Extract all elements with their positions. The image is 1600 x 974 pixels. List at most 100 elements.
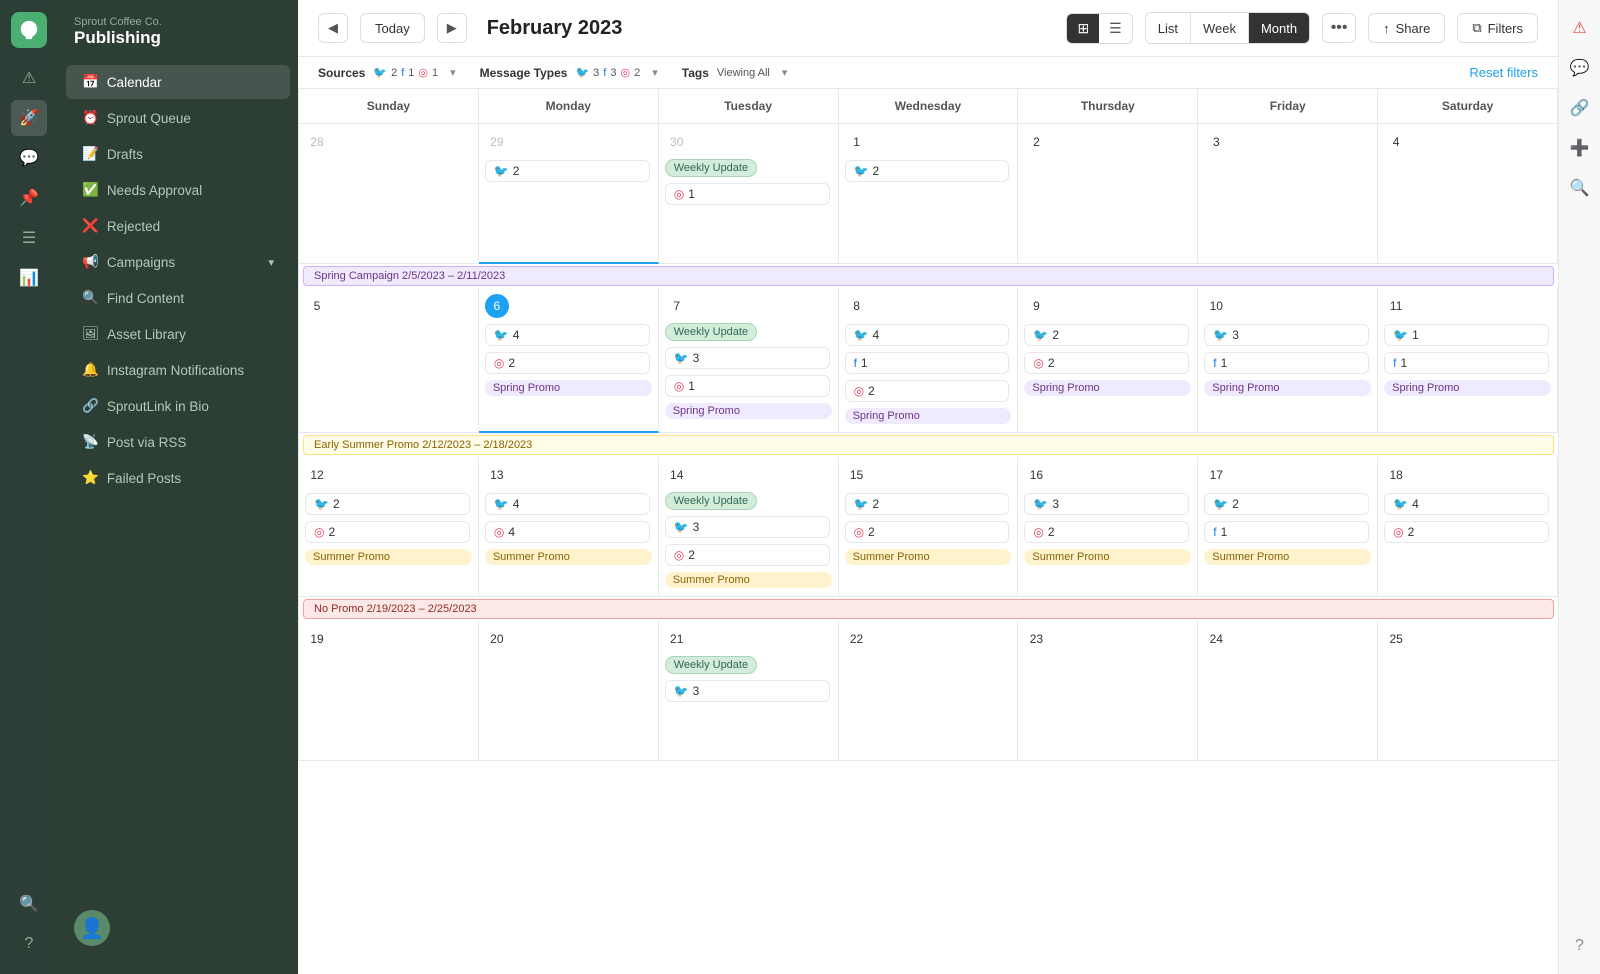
post-badge-instagram[interactable]: ◎ 4	[485, 521, 650, 543]
cell-feb1[interactable]: 1 🐦 2	[839, 124, 1019, 264]
spring-promo-tag[interactable]: Spring Promo	[845, 408, 1012, 424]
cell-feb18[interactable]: 18 🐦 4 ◎ 2	[1378, 457, 1558, 597]
cell-feb15[interactable]: 15 🐦 2 ◎ 2 Summer Promo	[839, 457, 1019, 597]
weekly-update-tag[interactable]: Weekly Update	[665, 159, 757, 177]
post-badge-instagram[interactable]: ◎ 2	[485, 352, 650, 374]
spring-promo-tag[interactable]: Spring Promo	[665, 403, 832, 419]
post-badge-twitter[interactable]: 🐦 4	[485, 324, 650, 346]
cell-feb21[interactable]: 21 Weekly Update 🐦 3	[659, 621, 839, 761]
sources-filter[interactable]: Sources 🐦 2 f 1 ◎ 1 ▾	[318, 66, 456, 80]
sidebar-icon-alert[interactable]: ⚠	[11, 60, 47, 96]
post-badge-twitter[interactable]: 🐦 2	[485, 160, 650, 182]
cell-jan28[interactable]: 28	[299, 124, 479, 264]
nav-item-sproutlink[interactable]: 🔗 SproutLink in Bio	[66, 389, 290, 423]
post-badge-facebook[interactable]: f 1	[845, 352, 1010, 374]
post-badge-instagram[interactable]: ◎ 2	[845, 521, 1010, 543]
app-logo[interactable]	[11, 12, 47, 48]
post-badge-twitter[interactable]: 🐦 4	[485, 493, 650, 515]
nav-item-drafts[interactable]: 📝 Drafts	[66, 137, 290, 171]
summer-campaign-banner[interactable]: Early Summer Promo 2/12/2023 – 2/18/2023	[303, 435, 1554, 455]
nav-item-calendar[interactable]: 📅 Calendar	[66, 65, 290, 99]
message-types-filter[interactable]: Message Types 🐦 3 f 3 ◎ 2 ▾	[480, 66, 658, 80]
list-view-button[interactable]: List	[1146, 13, 1190, 43]
post-badge-twitter[interactable]: 🐦 3	[665, 347, 830, 369]
cell-feb22[interactable]: 22	[839, 621, 1019, 761]
post-badge-instagram[interactable]: ◎ 2	[1024, 521, 1189, 543]
cell-feb23[interactable]: 23	[1018, 621, 1198, 761]
today-button[interactable]: Today	[360, 13, 425, 43]
reset-filters-button[interactable]: Reset filters	[1469, 65, 1538, 80]
spring-promo-tag[interactable]: Spring Promo	[1204, 380, 1371, 396]
weekly-update-tag[interactable]: Weekly Update	[665, 492, 757, 510]
nav-item-needs-approval[interactable]: ✅ Needs Approval	[66, 173, 290, 207]
cell-feb5[interactable]: 5	[299, 288, 479, 433]
post-badge-twitter[interactable]: 🐦 2	[1024, 324, 1189, 346]
cell-feb3[interactable]: 3	[1198, 124, 1378, 264]
help-icon-button[interactable]: ?	[1564, 930, 1596, 962]
summer-promo-tag[interactable]: Summer Promo	[305, 549, 472, 565]
view-list-button[interactable]: ☰	[1099, 14, 1132, 43]
cell-feb19[interactable]: 19	[299, 621, 479, 761]
cell-feb25[interactable]: 25	[1378, 621, 1558, 761]
chat-icon-button[interactable]: 💬	[1564, 52, 1596, 84]
cell-jan30[interactable]: 30 Weekly Update ◎ 1	[659, 124, 839, 264]
week-view-button[interactable]: Week	[1190, 13, 1248, 43]
weekly-update-tag[interactable]: Weekly Update	[665, 656, 757, 674]
nav-item-instagram-notifications[interactable]: 🔔 Instagram Notifications	[66, 353, 290, 387]
post-badge-instagram[interactable]: ◎ 2	[1024, 352, 1189, 374]
sidebar-icon-messages[interactable]: 💬	[11, 140, 47, 176]
cell-feb12[interactable]: 12 🐦 2 ◎ 2 Summer Promo	[299, 457, 479, 597]
search-icon-button[interactable]: 🔍	[1564, 172, 1596, 204]
cell-feb14[interactable]: 14 Weekly Update 🐦 3 ◎ 2 Summer Promo	[659, 457, 839, 597]
post-badge-twitter[interactable]: 🐦 2	[845, 493, 1010, 515]
summer-promo-tag[interactable]: Summer Promo	[1204, 549, 1371, 565]
spring-promo-tag[interactable]: Spring Promo	[1384, 380, 1551, 396]
sidebar-icon-pin[interactable]: 📌	[11, 180, 47, 216]
cell-feb9[interactable]: 9 🐦 2 ◎ 2 Spring Promo	[1018, 288, 1198, 433]
post-badge-twitter[interactable]: 🐦 4	[845, 324, 1010, 346]
post-badge-twitter[interactable]: 🐦 2	[1204, 493, 1369, 515]
more-options-button[interactable]: •••	[1322, 13, 1356, 43]
post-badge-instagram[interactable]: ◎ 2	[305, 521, 470, 543]
sidebar-icon-publish[interactable]: 🚀	[11, 100, 47, 136]
tags-filter[interactable]: Tags Viewing All ▾	[682, 66, 788, 80]
sidebar-icon-search[interactable]: 🔍	[11, 886, 47, 922]
sidebar-icon-tasks[interactable]: ☰	[11, 220, 47, 256]
prev-month-button[interactable]: ◀	[318, 13, 348, 43]
filters-button[interactable]: ⧉ Filters	[1457, 13, 1538, 43]
alert-icon-button[interactable]: ⚠	[1564, 12, 1596, 44]
post-badge-instagram[interactable]: ◎ 1	[665, 375, 830, 397]
cell-feb10[interactable]: 10 🐦 3 f 1 Spring Promo	[1198, 288, 1378, 433]
nav-item-find-content[interactable]: 🔍 Find Content	[66, 281, 290, 315]
post-badge-instagram[interactable]: ◎ 2	[1384, 521, 1549, 543]
cell-feb16[interactable]: 16 🐦 3 ◎ 2 Summer Promo	[1018, 457, 1198, 597]
cell-feb7[interactable]: 7 Weekly Update 🐦 3 ◎ 1 Spring Promo	[659, 288, 839, 433]
summer-promo-tag[interactable]: Summer Promo	[845, 549, 1012, 565]
nav-item-post-via-rss[interactable]: 📡 Post via RSS	[66, 425, 290, 459]
link-icon-button[interactable]: 🔗	[1564, 92, 1596, 124]
cell-feb2[interactable]: 2	[1018, 124, 1198, 264]
add-icon-button[interactable]: ➕	[1564, 132, 1596, 164]
sidebar-icon-help[interactable]: ?	[11, 926, 47, 962]
cell-feb4[interactable]: 4	[1378, 124, 1558, 264]
cell-feb11[interactable]: 11 🐦 1 f 1 Spring Promo	[1378, 288, 1558, 433]
post-badge-facebook[interactable]: f 1	[1204, 521, 1369, 543]
sidebar-icon-analytics[interactable]: 📊	[11, 260, 47, 296]
post-badge-twitter[interactable]: 🐦 3	[665, 680, 830, 702]
nav-item-rejected[interactable]: ❌ Rejected	[66, 209, 290, 243]
cell-feb20[interactable]: 20	[479, 621, 659, 761]
cell-jan29[interactable]: 29 🐦 2	[479, 124, 659, 264]
cell-feb13[interactable]: 13 🐦 4 ◎ 4 Summer Promo	[479, 457, 659, 597]
post-badge-instagram[interactable]: ◎ 1	[665, 183, 830, 205]
cell-feb24[interactable]: 24	[1198, 621, 1378, 761]
summer-promo-tag[interactable]: Summer Promo	[485, 549, 652, 565]
cell-feb8[interactable]: 8 🐦 4 f 1 ◎ 2 Spring Promo	[839, 288, 1019, 433]
post-badge-facebook[interactable]: f 1	[1204, 352, 1369, 374]
cell-feb6-today[interactable]: 6 🐦 4 ◎ 2 Spring Promo	[479, 288, 659, 433]
user-avatar-area[interactable]: 👤	[58, 898, 298, 958]
post-badge-twitter[interactable]: 🐦 3	[1024, 493, 1189, 515]
spring-campaign-banner[interactable]: Spring Campaign 2/5/2023 – 2/11/2023	[303, 266, 1554, 286]
summer-promo-tag[interactable]: Summer Promo	[1024, 549, 1191, 565]
post-badge-instagram[interactable]: ◎ 2	[845, 380, 1010, 402]
post-badge-twitter[interactable]: 🐦 3	[665, 516, 830, 538]
